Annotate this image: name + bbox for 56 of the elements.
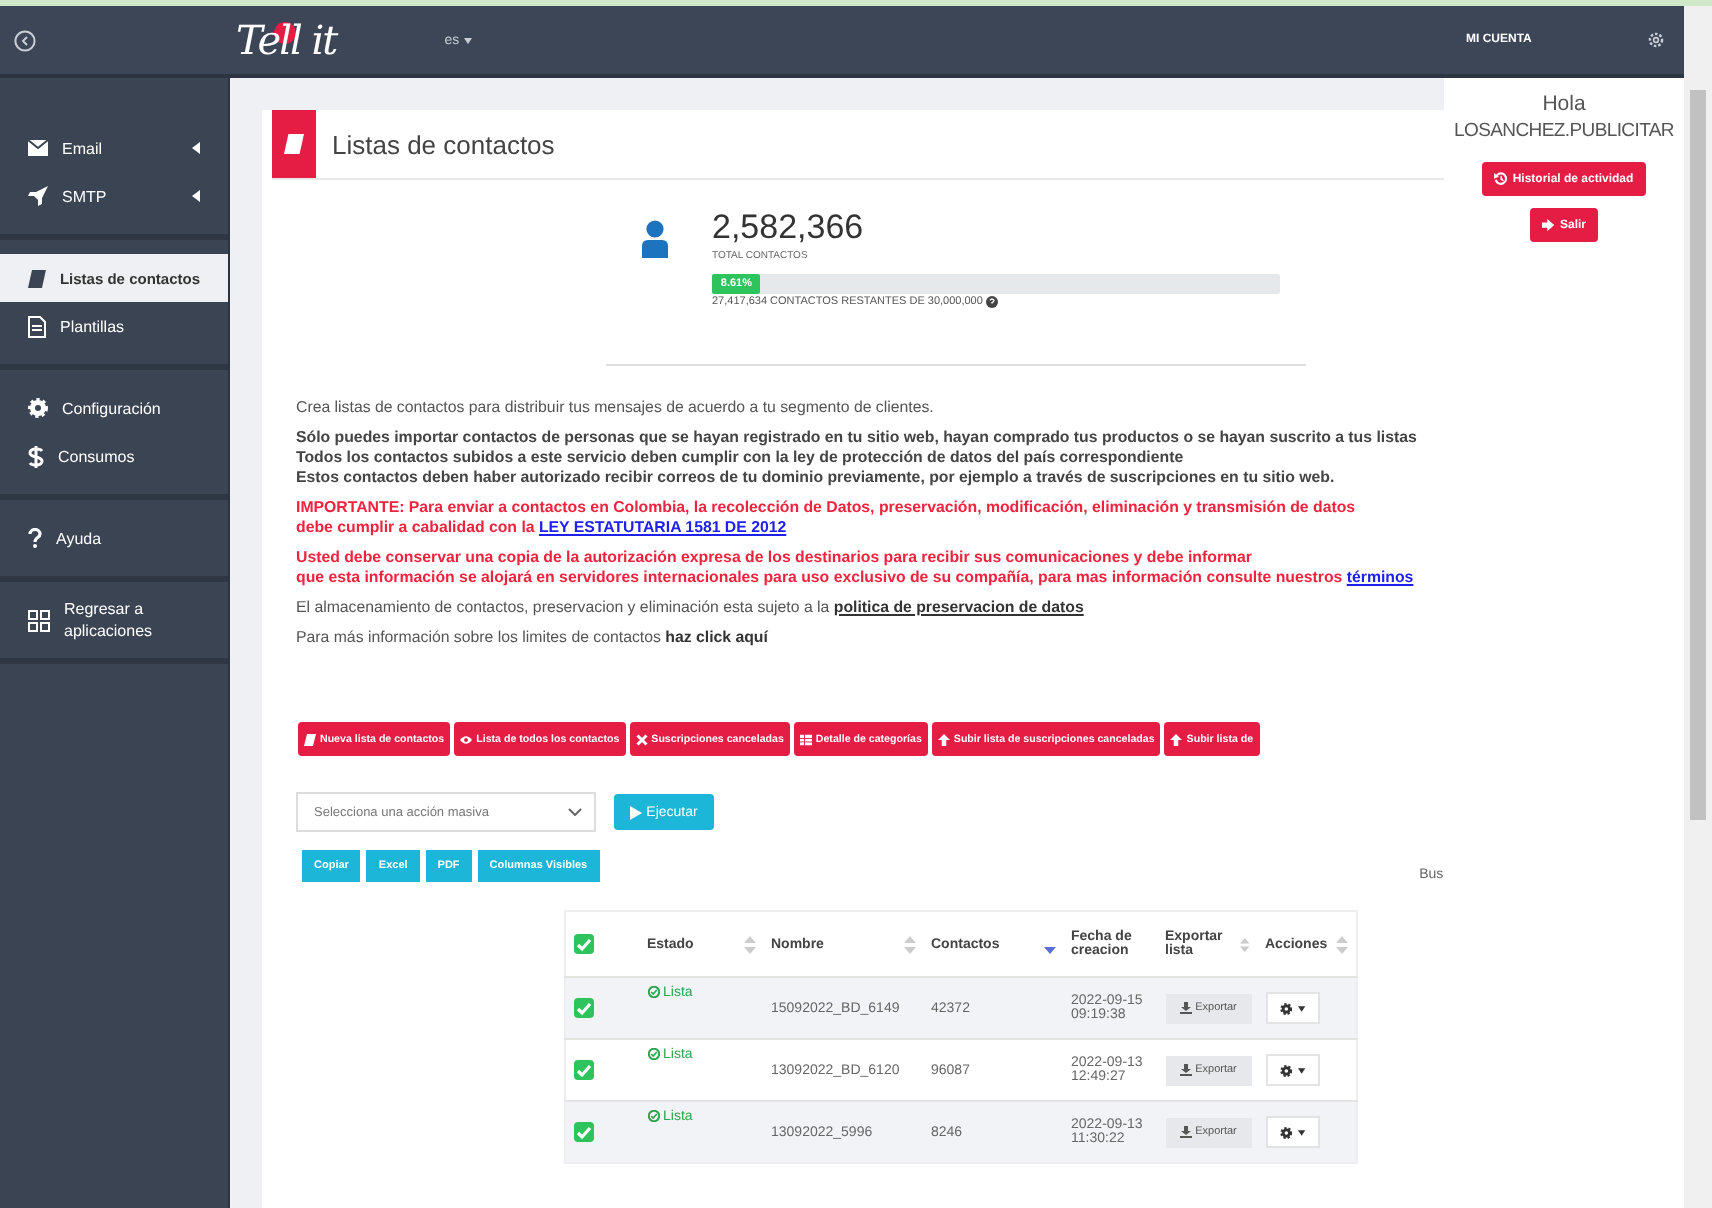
gear-icon — [1279, 1125, 1292, 1139]
download-icon — [1179, 1064, 1192, 1076]
username: LOSANCHEZ.PUBLICITAR — [1452, 120, 1676, 142]
greeting: Hola — [1540, 92, 1588, 116]
sidebar-item[interactable]: Consumos — [0, 432, 228, 480]
page-title: Listas de contactos — [332, 129, 555, 159]
logo: Tell it — [236, 16, 337, 64]
sidebar-item[interactable]: Ayuda — [0, 514, 228, 562]
back-icon[interactable] — [14, 29, 36, 51]
grid-icon — [28, 609, 50, 631]
gear-icon — [1279, 1063, 1292, 1077]
download-icon — [1179, 1126, 1192, 1138]
book-icon — [284, 134, 304, 154]
question-icon — [28, 528, 42, 548]
total-contacts-value: 2,582,366 — [712, 208, 866, 248]
sidebar-item[interactable]: Email — [0, 124, 228, 172]
row-actions-button[interactable] — [1265, 1054, 1319, 1086]
check-circle-icon — [647, 1048, 659, 1060]
book-icon — [304, 733, 316, 745]
sidebar-item[interactable]: Configuración — [0, 384, 228, 432]
settings-icon[interactable] — [1648, 32, 1664, 48]
cross-icon — [635, 733, 648, 745]
caret-icon — [1297, 1005, 1305, 1011]
table-icon — [799, 733, 812, 745]
caret-icon — [1297, 1129, 1305, 1135]
chevron-icon — [568, 808, 582, 816]
history-icon — [1494, 172, 1509, 186]
checkbox[interactable] — [574, 1060, 594, 1080]
gear-icon — [1279, 1001, 1292, 1015]
checkbox[interactable] — [574, 1122, 594, 1142]
caret-icon — [463, 37, 472, 43]
up-arrow-icon — [1170, 733, 1183, 745]
sidebar-item[interactable]: SMTP — [0, 172, 228, 220]
rocket-icon — [28, 186, 48, 206]
caret-icon — [1297, 1067, 1305, 1073]
sidebar-item[interactable]: Plantillas — [0, 302, 228, 350]
download-icon — [1179, 1002, 1192, 1014]
row-actions-button[interactable] — [1265, 992, 1319, 1024]
row-actions-button[interactable] — [1265, 1116, 1319, 1148]
sidebar-item[interactable]: Regresar a aplicaciones — [0, 596, 228, 644]
checkbox[interactable] — [574, 934, 594, 954]
scrollbar[interactable] — [1684, 6, 1712, 1208]
dollar-icon — [28, 445, 44, 467]
eye-icon — [460, 733, 473, 745]
help-icon[interactable] — [986, 296, 999, 308]
checkbox[interactable] — [574, 998, 594, 1018]
gear-icon — [28, 398, 48, 418]
play-icon — [630, 805, 643, 819]
envelope-icon — [28, 140, 48, 156]
person-icon — [642, 220, 668, 258]
book-icon — [28, 269, 46, 287]
document-icon — [28, 315, 46, 337]
sign-out-icon — [1541, 218, 1556, 232]
up-arrow-icon — [937, 733, 950, 745]
check-circle-icon — [647, 1110, 659, 1122]
check-circle-icon — [647, 986, 659, 998]
